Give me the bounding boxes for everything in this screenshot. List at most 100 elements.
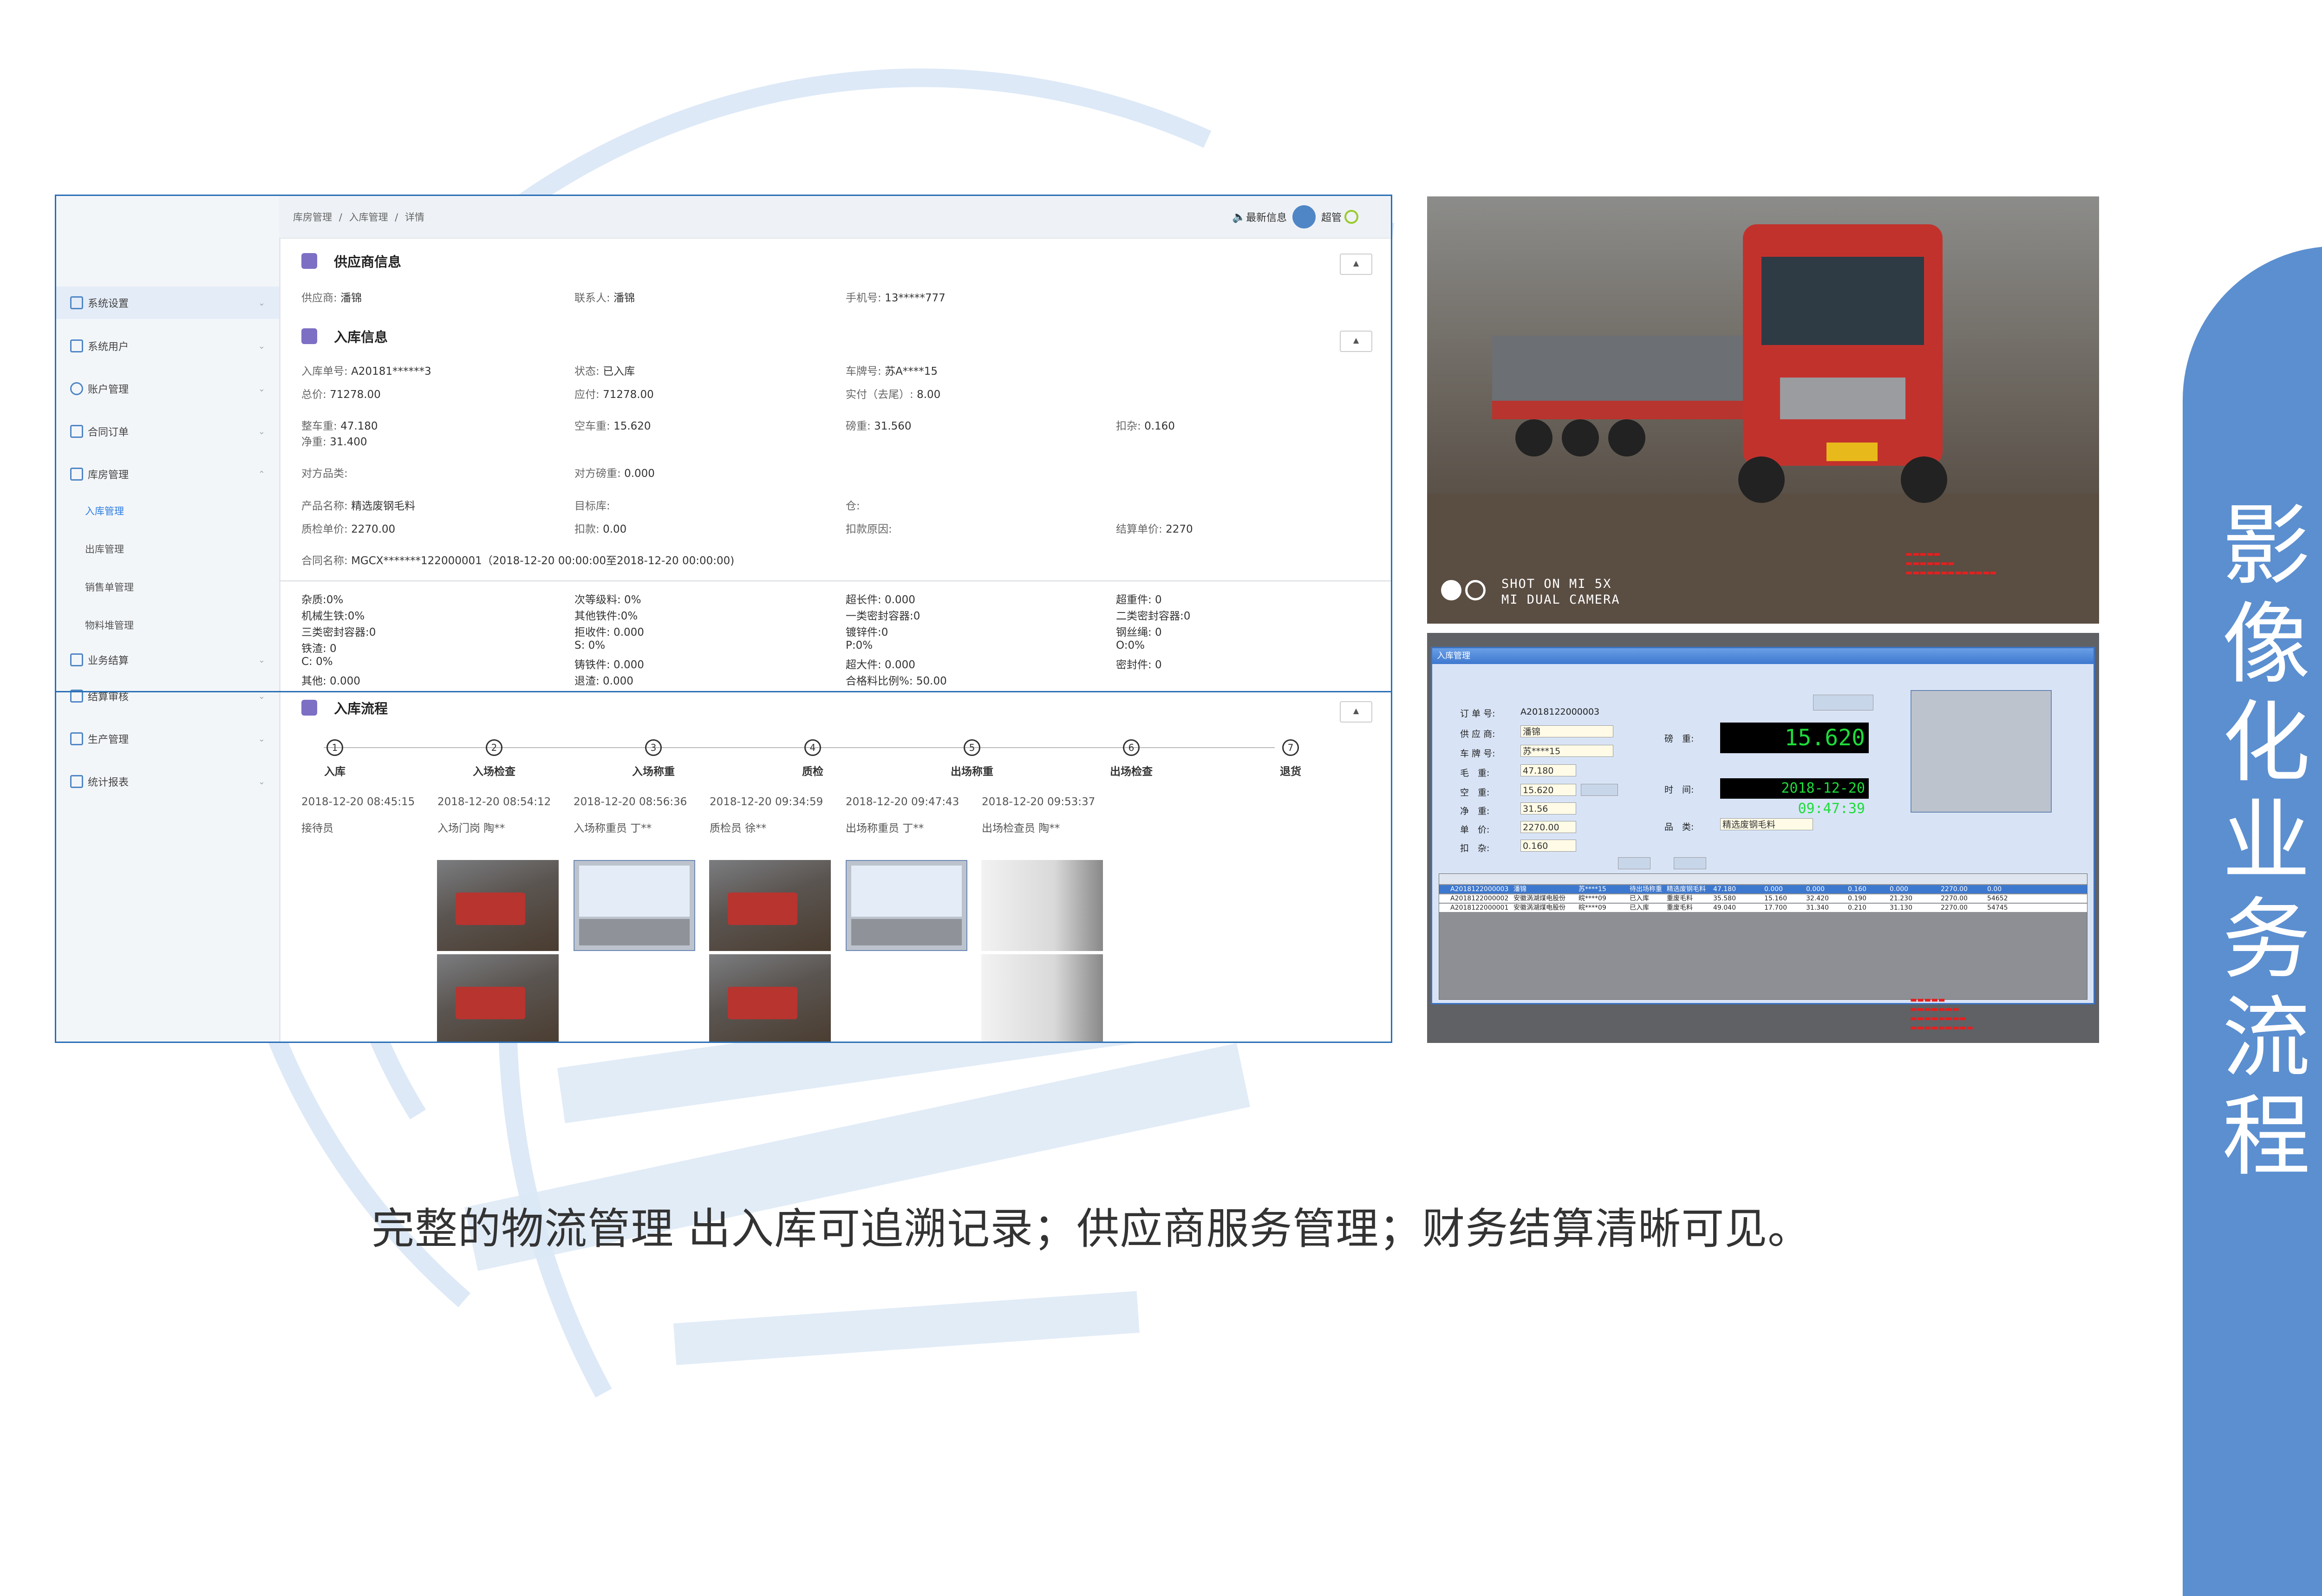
sidebar-item-system-settings[interactable]: 系统设置 ⌄ <box>56 287 279 319</box>
sidebar-item-system-users[interactable]: 系统用户 ⌄ <box>56 330 279 362</box>
step-time: 2018-12-20 09:34:59 <box>710 796 823 808</box>
sidebar-subitem-sales[interactable]: 销售单管理 <box>56 573 279 601</box>
plate-input[interactable]: 苏****15 <box>1520 745 1613 757</box>
sidebar-item-label: 业务结算 <box>88 655 129 667</box>
table-cell: 待出场称重 <box>1630 886 1662 893</box>
field-value: 0.00 <box>603 523 627 535</box>
table-cell: 0.160 <box>1848 886 1867 893</box>
breadcrumb-item: 详情 <box>404 212 424 223</box>
step-time: 2018-12-20 09:53:37 <box>982 796 1096 808</box>
tare-input[interactable]: 15.620 <box>1520 784 1576 796</box>
step-label: 出场称重 <box>951 766 993 778</box>
breadcrumb-item[interactable]: 入库管理 <box>349 212 388 223</box>
step-operator: 接待员 <box>301 822 333 834</box>
field-value: MGCX*******122000001（2018-12-20 00:00:00… <box>351 555 735 567</box>
sidebar-item-contracts[interactable]: 合同订单 ⌄ <box>56 415 279 448</box>
sidebar-item-reports[interactable]: 统计报表 ⌄ <box>56 765 279 798</box>
red-stamp: ▬▬▬▬▬ ▬▬▬▬▬▬▬ ▬▬▬▬▬▬▬▬▬▬▬▬▬ <box>1905 549 1997 577</box>
flow-step: 2 入场检查 <box>448 739 541 778</box>
section-title-text: 入库流程 <box>334 701 388 717</box>
sidebar-subitem-material-pile[interactable]: 物料堆管理 <box>56 611 279 639</box>
step-label: 出场检查 <box>1110 766 1153 778</box>
field-label: 结算单价: <box>1116 523 1162 535</box>
product-input[interactable]: 精选废钢毛料 <box>1720 818 1813 830</box>
supplier-input[interactable]: 潘锦 <box>1520 725 1613 737</box>
gross-input[interactable]: 47.180 <box>1520 764 1576 776</box>
notice-link[interactable]: 最新信息 <box>1246 209 1287 224</box>
screenshot-thumbnail[interactable] <box>846 860 967 951</box>
sidebar-item-warehouse[interactable]: 库房管理 ⌃ <box>56 458 279 490</box>
table-row[interactable]: A2018122000003 潘锦 苏****15 待出场称重 精选废钢毛料 47.180… <box>1439 885 2087 893</box>
table-cell: 31.130 <box>1890 904 1912 912</box>
table-cell: 15.160 <box>1764 895 1787 902</box>
field-label: 手机号: <box>846 292 881 304</box>
collapse-button[interactable]: ▲ <box>1340 331 1372 352</box>
impurity-field: 三类密封容器:0 <box>301 626 376 638</box>
impurity-field: 次等级料: 0% <box>574 594 641 606</box>
field-order-no: 入库单号: A20181******3 <box>301 362 431 378</box>
impurity-field: P:0% <box>846 639 873 651</box>
field-label: 扣款: <box>574 523 600 535</box>
sidebar-item-settlement-audit[interactable]: 结算审核 ⌄ <box>56 680 279 712</box>
flow-step: 3 入场称重 <box>607 739 700 778</box>
circle-icon <box>1465 580 1486 600</box>
breadcrumb: 库房管理 / 入库管理 / 详情 <box>293 210 428 224</box>
net-input[interactable]: 31.56 <box>1520 802 1576 814</box>
user-name[interactable]: 超管 <box>1321 209 1342 224</box>
photo-thumbnail[interactable] <box>437 860 559 951</box>
field-payable: 应付: 71278.00 <box>574 385 654 401</box>
sidebar-subitem-inbound[interactable]: 入库管理 <box>56 497 279 525</box>
photo-thumbnail[interactable] <box>981 954 1103 1042</box>
step-number: 1 <box>326 739 343 756</box>
desktop-app-screenshot: 入库管理 订 单 号: A2018122000003 供 应 商: 潘锦 车 牌… <box>1427 633 2099 1043</box>
photo-thumbnail[interactable] <box>437 954 559 1042</box>
field-label: 目标库: <box>574 500 610 512</box>
sidebar-item-settlement[interactable]: 业务结算 ⌄ <box>56 644 279 676</box>
camera-line: SHOT ON MI 5X <box>1501 577 1612 591</box>
table-header <box>1439 874 2087 884</box>
banner-char: 程 <box>2222 1085 2310 1188</box>
collapse-button[interactable]: ▲ <box>1340 701 1372 723</box>
price-input[interactable]: 2270.00 <box>1520 821 1576 833</box>
chevron-down-icon: ⌄ <box>258 691 265 701</box>
table-cell: 安徽涡湖煤电股份 <box>1513 904 1565 912</box>
label: 扣 杂: <box>1460 843 1490 853</box>
breadcrumb-item[interactable]: 库房管理 <box>293 212 332 223</box>
photo-thumbnail[interactable] <box>709 954 831 1042</box>
table-cell: 安徽涡湖煤电股份 <box>1513 895 1565 902</box>
field-value: 已入库 <box>603 365 635 378</box>
table-cell: 潘锦 <box>1513 886 1526 893</box>
table-row[interactable]: A2018122000001 安徽涡湖煤电股份 皖****09 已入库 重废毛料 49.0… <box>1439 904 2087 912</box>
deduct-input[interactable]: 0.160 <box>1520 840 1576 852</box>
screenshot-thumbnail[interactable] <box>574 860 695 951</box>
red-stamp: ▬▬▬▬▬ ▬▬▬▬▬▬▬ ▬▬▬▬▬▬▬▬ ▬▬▬▬▬▬▬▬▬ <box>1910 995 1974 1032</box>
field-label: 质检单价: <box>301 523 348 535</box>
table-cell: 0.000 <box>1764 886 1783 893</box>
sidebar-subitem-outbound[interactable]: 出库管理 <box>56 535 279 563</box>
collapse-button[interactable]: ▲ <box>1340 254 1372 275</box>
camera-line: MI DUAL CAMERA <box>1501 593 1620 607</box>
table-cell: 重废毛料 <box>1667 904 1693 912</box>
field-value: 潘锦 <box>340 292 362 304</box>
table-cell: A2018122000001 <box>1450 904 1509 912</box>
impurity-field: 钢丝绳: 0 <box>1116 626 1162 638</box>
read-button[interactable] <box>1581 784 1618 796</box>
save-button[interactable] <box>1618 857 1650 869</box>
sidebar-item-production[interactable]: 生产管理 ⌄ <box>56 723 279 755</box>
photo-thumbnail[interactable] <box>709 860 831 951</box>
field-label: 车牌号: <box>846 365 881 378</box>
cancel-button[interactable] <box>1674 857 1706 869</box>
section-title-inbound: 入库信息 <box>301 326 388 346</box>
sidebar-item-label: 合同订单 <box>88 427 129 438</box>
avatar[interactable] <box>1292 205 1316 228</box>
action-button[interactable] <box>1813 695 1873 710</box>
step-operator: 出场检查员 陶** <box>982 822 1060 834</box>
field-label: 净重: <box>301 436 326 448</box>
power-icon[interactable] <box>1344 210 1358 224</box>
sidebar: 系统设置 ⌄ 系统用户 ⌄ 账户管理 ⌄ 合同订单 ⌄ 库房管理 ⌃ 入库管理 出库管理 … <box>56 196 280 1042</box>
sidebar-item-accounts[interactable]: 账户管理 ⌄ <box>56 372 279 405</box>
table-row[interactable]: A2018122000002 安徽涡湖煤电股份 皖****09 已入库 重废毛料 35.5… <box>1439 894 2087 903</box>
photo-thumbnail[interactable] <box>981 860 1103 951</box>
doc-icon <box>70 425 83 438</box>
step-time: 2018-12-20 08:54:12 <box>437 796 551 808</box>
